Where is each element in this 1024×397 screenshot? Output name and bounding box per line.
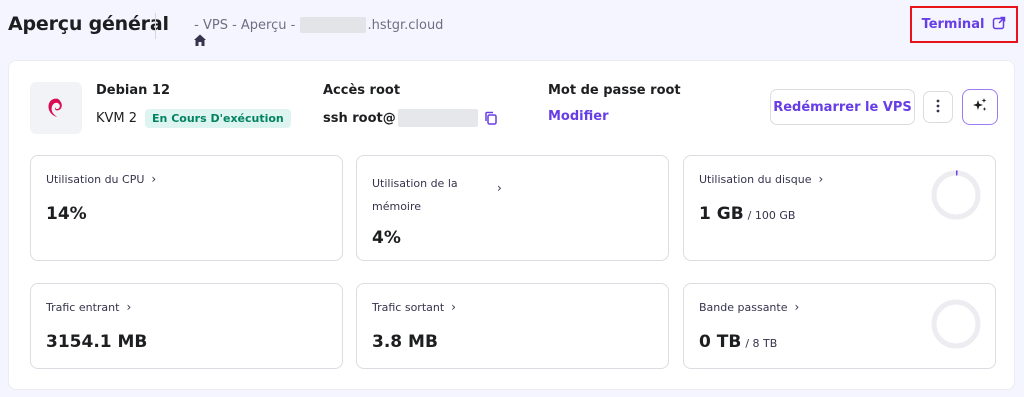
disk-value: 1 GB / 100 GB (699, 204, 795, 224)
traffic-out-label: Trafic sortant › (372, 300, 456, 314)
memory-label-line1: Utilisation de la (372, 177, 458, 190)
chevron-right-icon: › (794, 300, 800, 314)
home-icon[interactable] (168, 18, 206, 46)
traffic-out-label-text: Trafic sortant (372, 300, 445, 314)
modify-password-link[interactable]: Modifier (548, 109, 609, 124)
terminal-button[interactable]: Terminal (910, 6, 1018, 43)
bandwidth-used: 0 TB (699, 332, 742, 352)
memory-usage-card[interactable]: Utilisation de la mémoire › 4% (356, 155, 669, 261)
disk-total: / 100 GB (747, 209, 796, 222)
status-badge: En Cours D'exécution (145, 109, 291, 128)
traffic-in-card[interactable]: Trafic entrant › 3154.1 MB (30, 283, 343, 369)
more-vertical-icon (936, 98, 940, 117)
cpu-value: 14% (46, 204, 87, 224)
memory-value: 4% (372, 228, 401, 248)
chevron-right-icon: › (451, 300, 456, 314)
traffic-in-label-text: Trafic entrant (46, 300, 120, 314)
bandwidth-label-text: Bande passante (699, 300, 788, 314)
chevron-right-icon: › (818, 172, 824, 186)
breadcrumb-apercu: Aperçu - (240, 17, 300, 33)
plan-row: KVM 2 En Cours D'exécution (96, 109, 291, 128)
breadcrumb-vps[interactable]: - VPS - (190, 18, 241, 33)
memory-label-line2: mémoire (372, 200, 422, 213)
breadcrumb-host-suffix: .hstgr.cloud (367, 17, 444, 33)
bandwidth-value: 0 TB / 8 TB (699, 332, 777, 352)
external-link-icon (992, 16, 1006, 34)
root-password-label: Mot de passe root (548, 83, 681, 98)
disk-label-text: Utilisation du disque (699, 172, 812, 186)
bandwidth-label: Bande passante › (699, 300, 799, 314)
hostname-redacted (300, 17, 367, 33)
cpu-label-text: Utilisation du CPU (46, 172, 145, 186)
breadcrumb: - VPS - Aperçu - .hstgr.cloud (168, 17, 444, 46)
page-title: Aperçu général (8, 13, 169, 35)
page-header: Aperçu général - VPS - Aperçu - .hstgr.c… (0, 0, 1024, 50)
title-divider (155, 13, 156, 39)
traffic-in-value: 3154.1 MB (46, 332, 148, 352)
restart-vps-button[interactable]: Redémarrer le VPS (770, 89, 915, 125)
terminal-label: Terminal (921, 17, 985, 32)
debian-logo-icon (30, 82, 82, 134)
more-options-button[interactable] (923, 91, 953, 123)
bandwidth-total: / 8 TB (745, 337, 778, 350)
ai-assistant-button[interactable] (962, 89, 998, 125)
chevron-right-icon: › (126, 300, 132, 314)
vps-overview-panel: Debian 12 KVM 2 En Cours D'exécution Acc… (8, 60, 1015, 390)
cpu-usage-card[interactable]: Utilisation du CPU › 14% (30, 155, 343, 261)
root-access-label: Accès root (323, 83, 401, 98)
bandwidth-usage-ring (931, 299, 981, 349)
traffic-in-label: Trafic entrant › (46, 300, 131, 314)
memory-usage-label: Utilisation de la mémoire (372, 172, 458, 218)
traffic-out-card[interactable]: Trafic sortant › 3.8 MB (356, 283, 669, 369)
copy-icon[interactable] (484, 111, 498, 125)
ssh-ip-redacted (397, 109, 478, 127)
bandwidth-card[interactable]: Bande passante › 0 TB / 8 TB (683, 283, 996, 369)
ssh-prefix: ssh root@ (323, 110, 396, 126)
disk-used: 1 GB (699, 204, 744, 224)
disk-usage-label: Utilisation du disque › (699, 172, 823, 186)
disk-usage-ring (931, 170, 981, 220)
disk-usage-card[interactable]: Utilisation du disque › 1 GB / 100 GB (683, 155, 996, 261)
traffic-out-value: 3.8 MB (372, 332, 438, 352)
chevron-right-icon: › (151, 172, 157, 186)
ssh-command: ssh root@ (323, 109, 498, 127)
plan-name: KVM 2 (96, 111, 138, 126)
cpu-usage-label: Utilisation du CPU › (46, 172, 156, 186)
os-name: Debian 12 (96, 83, 171, 98)
chevron-right-icon: › (497, 181, 502, 195)
sparkles-icon (972, 97, 988, 117)
